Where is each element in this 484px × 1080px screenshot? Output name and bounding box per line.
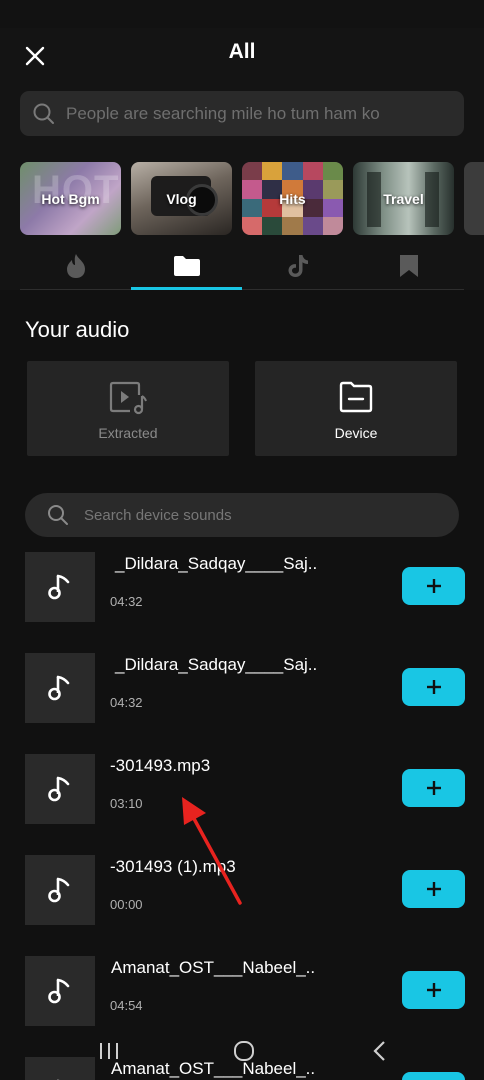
tab-row [20, 243, 464, 290]
category-label: Hot Bgm [41, 190, 100, 207]
add-track-button[interactable] [402, 870, 465, 908]
extracted-icon [27, 381, 229, 415]
track-duration: 03:10 [110, 796, 143, 811]
add-track-button[interactable] [402, 567, 465, 605]
category-row: HOT Hot Bgm Vlog Hits Travel [20, 162, 484, 235]
category-hot-bgm[interactable]: HOT Hot Bgm [20, 162, 121, 235]
recent-apps-icon [100, 1043, 118, 1059]
tiktok-icon [288, 255, 308, 277]
track-name: -301493 (1).mp3 [110, 857, 236, 876]
tab-trending[interactable] [20, 243, 131, 289]
category-travel[interactable]: Travel [353, 162, 454, 235]
category-label: Travel [383, 190, 424, 207]
add-track-button[interactable] [402, 971, 465, 1009]
folder-icon [173, 256, 200, 276]
top-area: All People are searching mile ho tum ham… [0, 0, 484, 290]
music-note-icon [25, 855, 95, 925]
extracted-label: Extracted [98, 425, 158, 441]
device-search-input[interactable]: Search device sounds [25, 493, 459, 537]
track-row[interactable]: _Dildara_Sadqay____Saj.. 04:32 [0, 653, 484, 723]
your-audio-title: Your audio [25, 317, 130, 342]
status-bar [0, 0, 484, 28]
tab-folder[interactable] [131, 243, 242, 290]
page-title: All [228, 40, 256, 63]
system-nav-bar [0, 1032, 484, 1072]
search-icon [32, 102, 56, 126]
track-row[interactable]: -301493.mp3 03:10 [0, 754, 484, 824]
track-duration: 04:54 [110, 998, 143, 1013]
device-label: Device [334, 425, 378, 441]
home-button[interactable] [224, 1036, 264, 1066]
tab-saved[interactable] [353, 243, 464, 289]
add-track-button[interactable] [402, 668, 465, 706]
device-search-placeholder: Search device sounds [84, 506, 232, 524]
window-frame [425, 172, 439, 227]
add-track-button[interactable] [402, 769, 465, 807]
track-duration: 04:32 [110, 594, 143, 609]
add-track-button[interactable] [402, 1072, 465, 1080]
plus-icon [426, 882, 441, 896]
track-row[interactable]: Amanat_OST___Nabeel_.. 04:54 [0, 956, 484, 1026]
track-name: Amanat_OST___Nabeel_.. [111, 958, 316, 977]
category-label: Hits [279, 190, 306, 207]
recent-apps-button[interactable] [89, 1036, 129, 1066]
track-name: _Dildara_Sadqay____Saj.. [115, 655, 318, 674]
track-duration: 00:00 [110, 897, 143, 912]
flame-icon [66, 254, 85, 278]
track-name: _Dildara_Sadqay____Saj.. [115, 554, 318, 573]
track-row[interactable]: -301493 (1).mp3 00:00 [0, 855, 484, 925]
plus-icon [426, 579, 441, 593]
audio-picker-screen: All People are searching mile ho tum ham… [0, 0, 484, 1080]
search-placeholder: People are searching mile ho tum ham ko [66, 103, 380, 123]
extracted-button[interactable]: Extracted [27, 361, 229, 456]
track-duration: 04:32 [110, 695, 143, 710]
search-bar[interactable]: People are searching mile ho tum ham ko [20, 91, 464, 136]
plus-icon [426, 781, 441, 795]
music-note-icon [25, 653, 95, 723]
window-frame [367, 172, 381, 227]
device-folder-icon [255, 381, 457, 413]
device-button[interactable]: Device [255, 361, 457, 456]
music-note-icon [25, 956, 95, 1026]
bookmark-icon [399, 255, 418, 277]
track-name: -301493.mp3 [110, 756, 211, 775]
tab-tiktok[interactable] [242, 243, 353, 289]
category-vlog[interactable]: Vlog [131, 162, 232, 235]
back-icon [373, 1041, 385, 1061]
music-note-icon [25, 754, 95, 824]
category-more[interactable] [464, 162, 484, 235]
search-icon [47, 503, 71, 527]
plus-icon [426, 983, 441, 997]
category-hits[interactable]: Hits [242, 162, 343, 235]
music-note-icon [25, 552, 95, 622]
category-label: Vlog [166, 190, 197, 207]
back-button[interactable] [360, 1036, 400, 1066]
home-icon [234, 1041, 254, 1061]
track-row[interactable]: _Dildara_Sadqay____Saj.. 04:32 [0, 552, 484, 622]
plus-icon [426, 680, 441, 694]
